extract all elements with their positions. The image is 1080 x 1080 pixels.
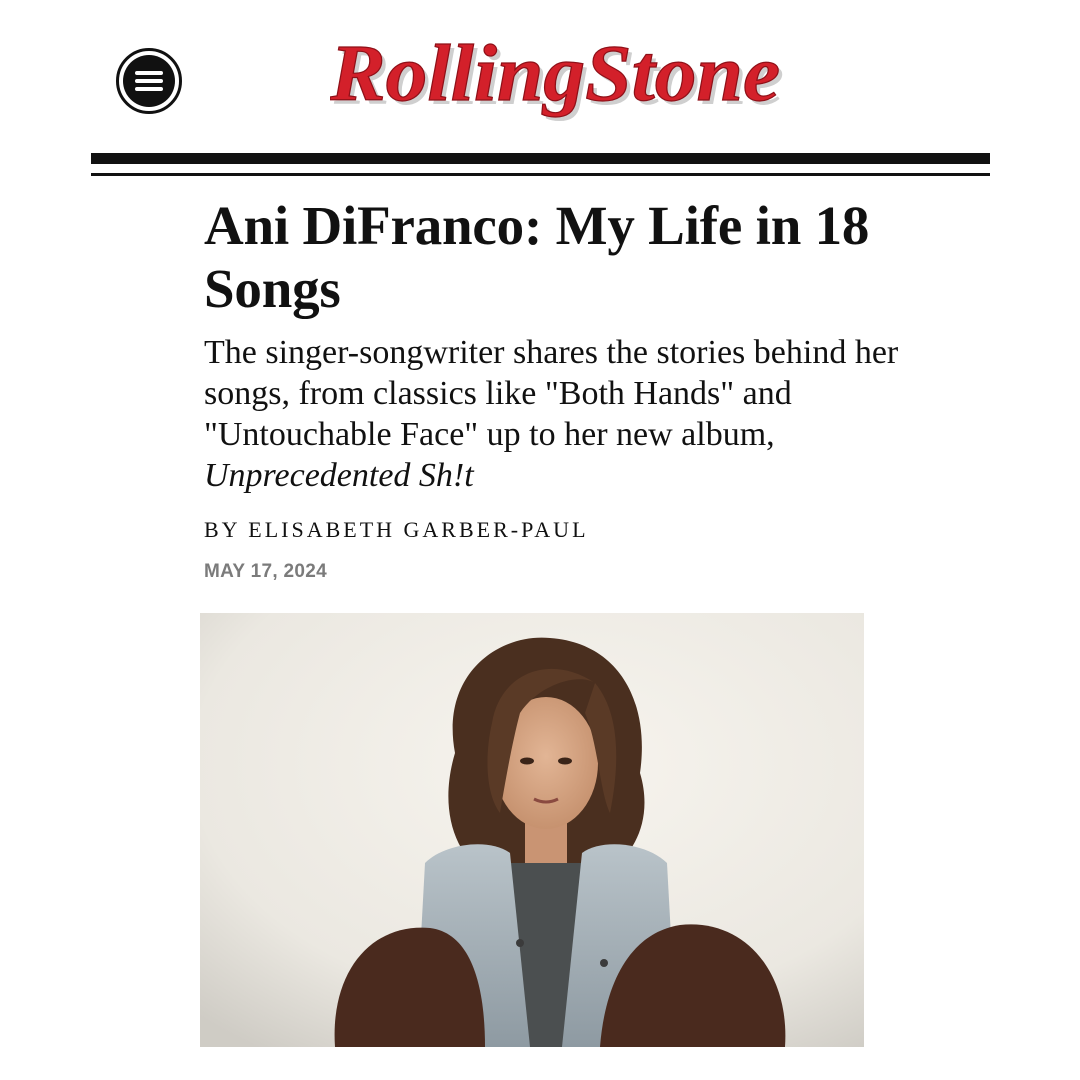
hero-image [200,613,864,1047]
menu-button[interactable] [116,48,182,114]
author-link[interactable]: ELISABETH GARBER-PAUL [248,517,588,542]
article-dek: The singer-songwriter shares the stories… [204,332,924,496]
header-rule-thick [91,153,990,164]
byline-prefix: BY [204,517,240,542]
byline: BY ELISABETH GARBER-PAUL [204,517,589,543]
header-rule-thin [91,173,990,176]
logo-text: RollingStone [330,30,780,118]
hamburger-menu-icon [123,55,175,107]
dek-text: The singer-songwriter shares the stories… [204,334,899,453]
publish-date: MAY 17, 2024 [204,561,327,582]
article-title: Ani DiFranco: My Life in 18 Songs [204,195,870,319]
rolling-stone-logo[interactable]: RollingStone RollingStone [330,28,790,128]
dek-album-title: Unprecedented Sh!t [204,457,474,494]
